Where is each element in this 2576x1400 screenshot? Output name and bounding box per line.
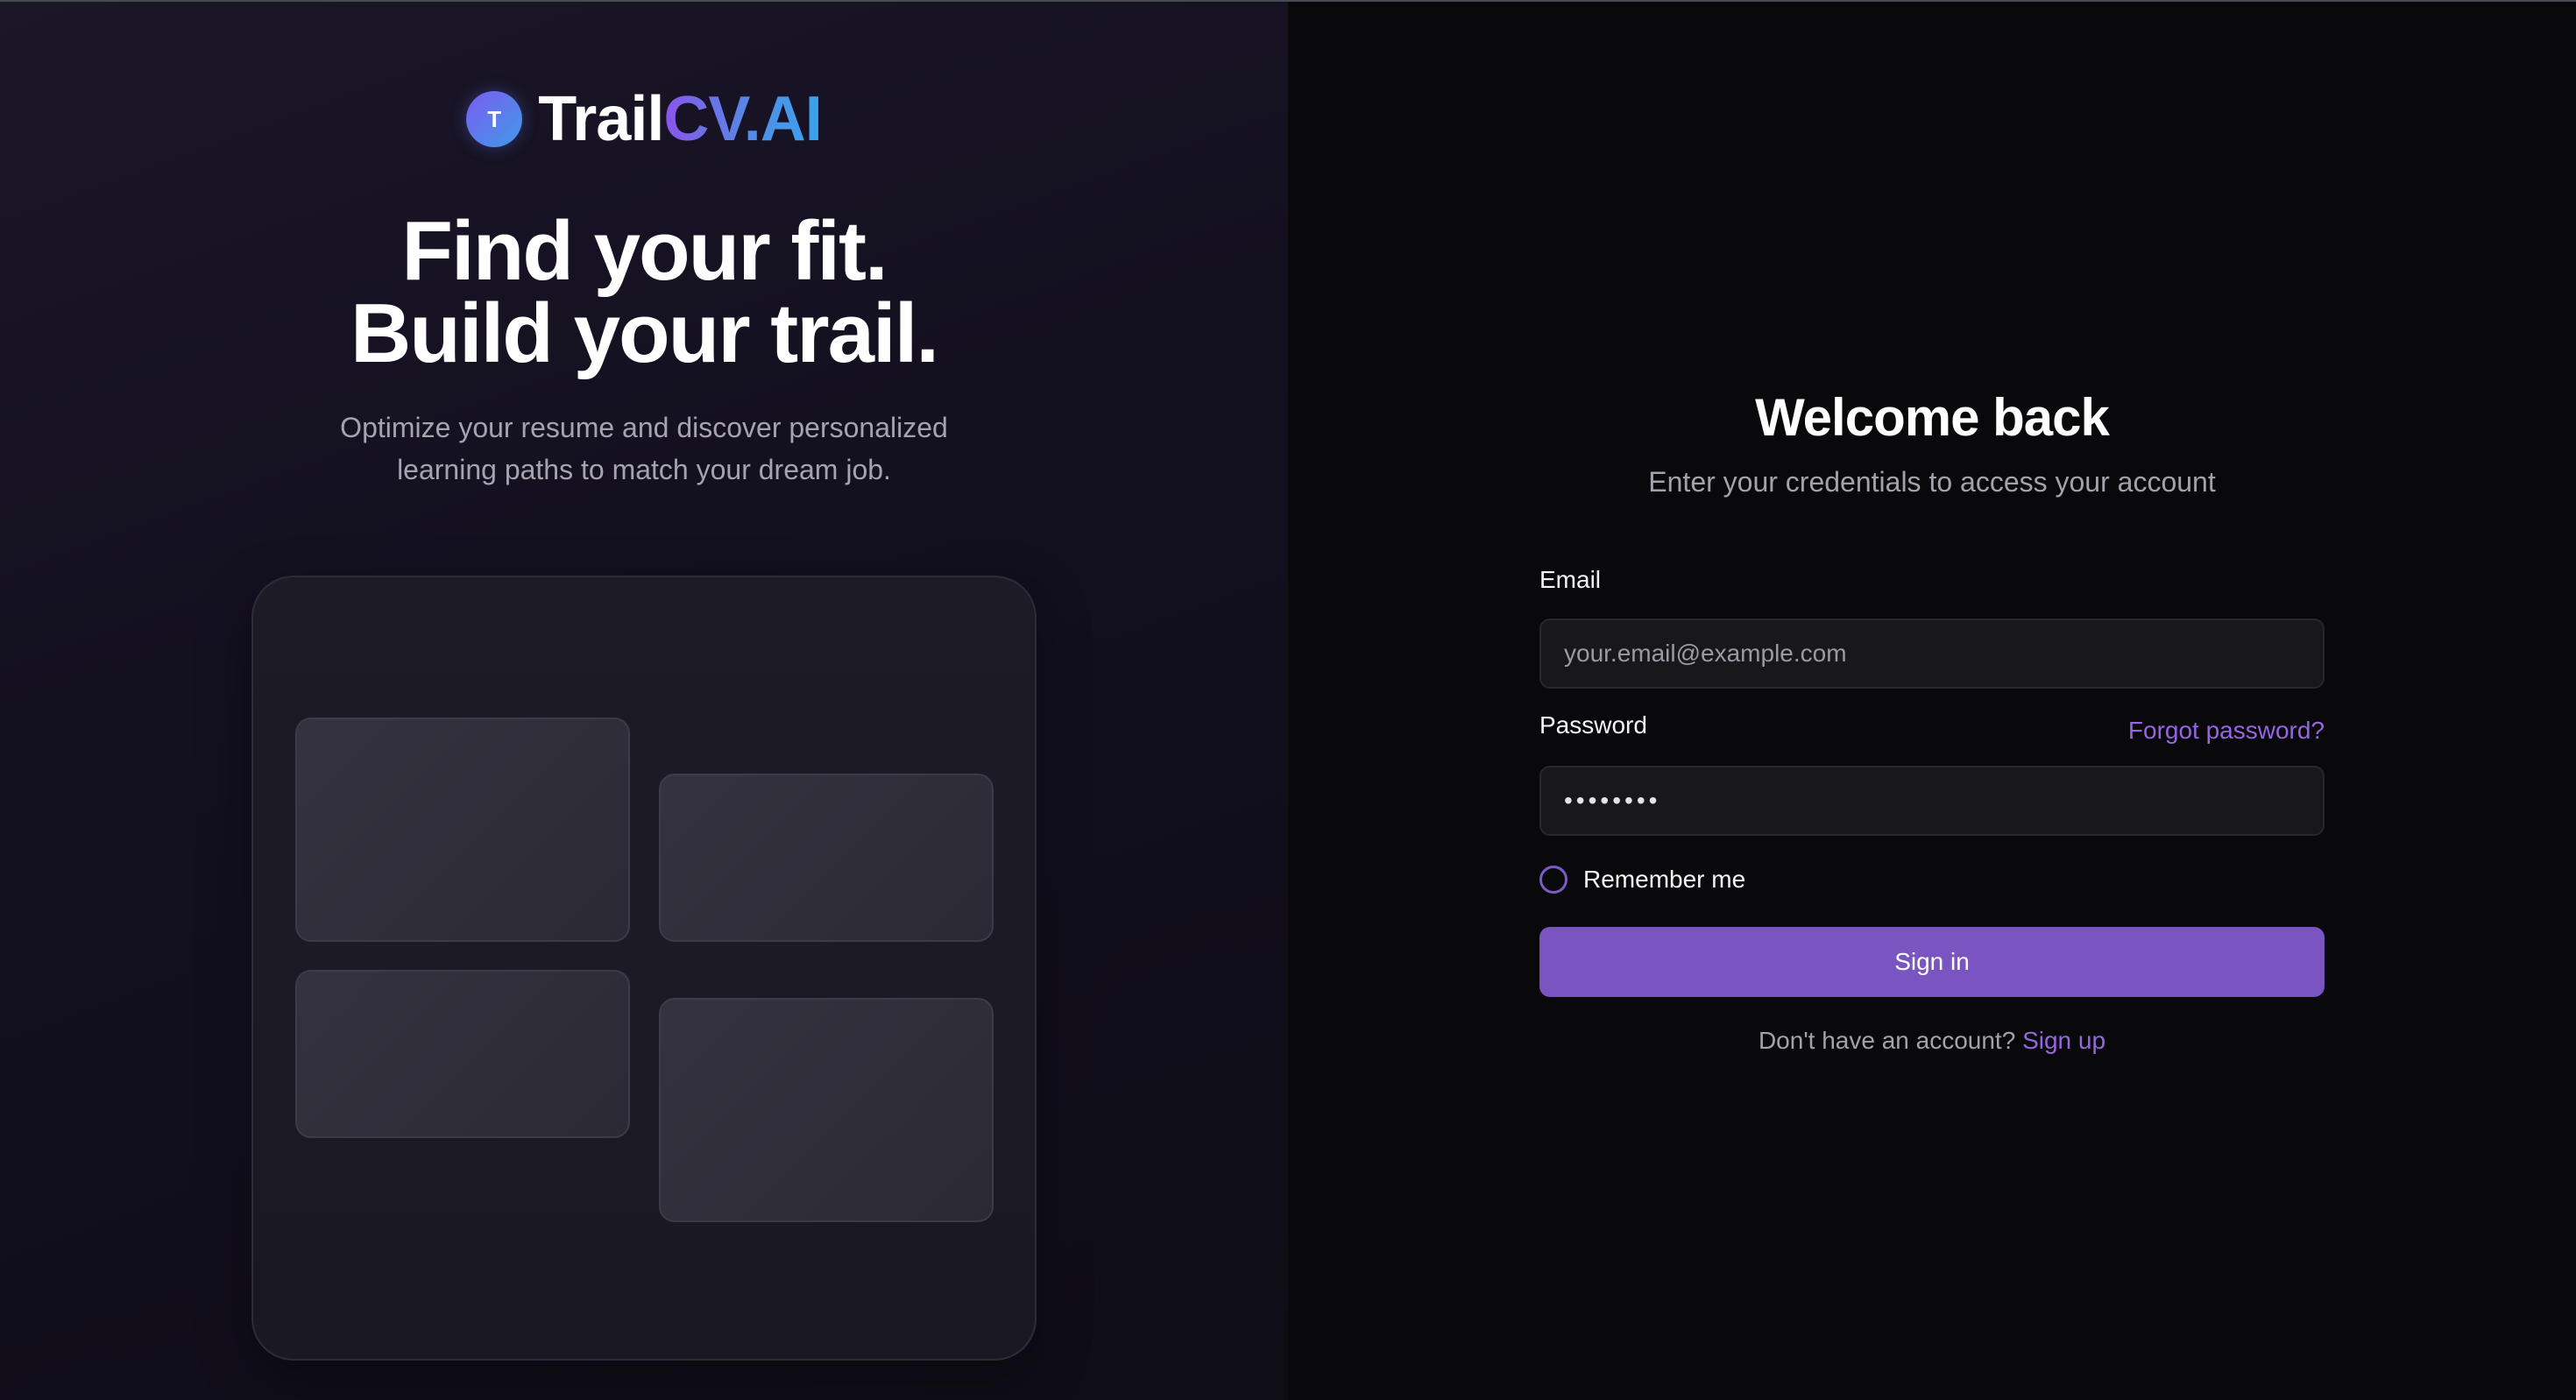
email-field[interactable] [1539,619,2325,689]
hero-headline-line2: Build your trail. [350,286,939,380]
login-title: Welcome back [1755,388,2110,447]
password-label: Password [1539,711,1647,739]
brand-badge-icon: T [466,91,523,147]
signup-prompt-text: Don't have an account? [1758,1027,2016,1054]
illustration-card [251,576,1037,1361]
hero-panel: T TrailCV.AI Find your fit. Build your t… [0,0,1288,1400]
hero-tagline-line1: Optimize your resume and discover person… [340,412,948,443]
sign-in-button[interactable]: Sign in [1539,927,2325,997]
hero-headline-line1: Find your fit. [401,204,888,298]
remember-me-checkbox[interactable]: Remember me [1539,866,1745,894]
brand-name: TrailCV.AI [538,88,823,151]
remember-me-label: Remember me [1583,866,1746,893]
login-panel: Welcome back Enter your credentials to a… [1288,0,2576,1400]
login-subtitle: Enter your credentials to access your ac… [1648,466,2216,498]
email-label: Email [1539,566,1602,593]
hero-tagline: Optimize your resume and discover person… [0,407,1288,491]
illustration-tile [659,998,994,1222]
remember-me-radio-icon[interactable] [1539,866,1568,894]
window-top-border [0,0,2576,2]
login-page: T TrailCV.AI Find your fit. Build your t… [0,0,2576,1400]
hero-tagline-line2: learning paths to match your dream job. [397,454,891,485]
illustration-tile [295,970,630,1138]
brand-name-cv: CV.AI [663,84,822,154]
brand-logo: T TrailCV.AI [0,88,1288,151]
password-field[interactable] [1539,766,2325,836]
sign-up-link[interactable]: Sign up [2022,1027,2105,1054]
illustration-tile [295,718,630,942]
signup-prompt: Don't have an account? Sign up [1539,1027,2325,1055]
hero-headline: Find your fit. Build your trail. [0,204,1288,380]
illustration-tile [659,774,994,942]
forgot-password-link[interactable]: Forgot password? [2128,717,2325,745]
brand-name-trail: Trail [538,84,664,154]
